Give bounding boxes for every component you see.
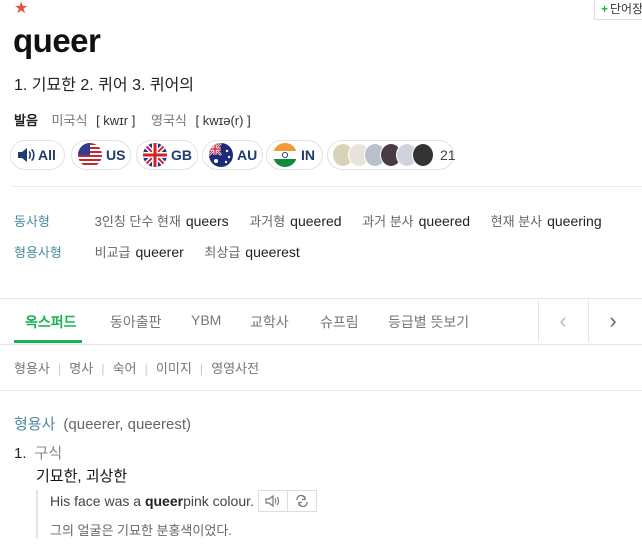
tabs-prev-button[interactable]: ‹ xyxy=(538,299,587,342)
form-label: 최상급 xyxy=(204,245,241,260)
gb-flag-icon xyxy=(143,143,167,167)
form-label: 비교급 xyxy=(94,245,131,260)
speaker-icon xyxy=(18,148,35,162)
headword: queer xyxy=(13,22,101,59)
play-in-label: IN xyxy=(301,147,315,163)
sense-header: 1. 구식 xyxy=(14,442,62,463)
tab-level-meanings[interactable]: 등급별 뜻보기 xyxy=(388,312,469,332)
play-gb-button[interactable]: GB xyxy=(136,140,198,170)
play-all-label: All xyxy=(38,147,56,163)
example-english: His face was a queer pink colour. xyxy=(50,490,317,512)
pronunciation-label: 발음 xyxy=(14,113,38,128)
form-word[interactable]: queering xyxy=(547,213,602,229)
add-to-wordbook-button[interactable]: + 단어장 xyxy=(594,0,642,20)
repeat-icon xyxy=(296,495,308,507)
example-repeat-button[interactable] xyxy=(286,491,316,511)
us-flag-icon xyxy=(78,143,102,167)
section-link-adjective[interactable]: 형용사 xyxy=(14,361,50,376)
form-label: 과거형 xyxy=(249,214,286,229)
tab-ybm[interactable]: YBM xyxy=(191,312,221,328)
section-link-english-dict[interactable]: 영영사전 xyxy=(211,361,259,376)
example-keyword: queer xyxy=(144,493,184,509)
tab-supreme[interactable]: 슈프림 xyxy=(320,312,359,332)
separator: | xyxy=(199,361,204,376)
us-dialect-label: 미국식 xyxy=(51,113,88,128)
dictionary-tabs: 옥스퍼드 동아출판 YBM 교학사 슈프림 등급별 뜻보기 ‹ › xyxy=(0,298,642,345)
separator: | xyxy=(144,361,148,376)
form-word[interactable]: queers xyxy=(186,213,229,229)
play-us-label: US xyxy=(106,147,126,163)
sense-number: 1. xyxy=(14,445,27,462)
part-of-speech-header: 형용사 (queerer, queerest) xyxy=(14,413,191,434)
au-flag-icon xyxy=(209,143,233,167)
tab-oxford[interactable]: 옥스퍼드 xyxy=(25,312,77,332)
form-label: 현재 분사 xyxy=(490,214,543,229)
favorite-star-icon[interactable]: ★ xyxy=(14,0,28,18)
play-au-label: AU xyxy=(237,147,258,163)
tab-kyohak[interactable]: 교학사 xyxy=(250,312,289,332)
pronunciation-row: 발음 미국식 [ kwɪr ] 영국식 [ kwɪə(r) ] xyxy=(14,110,263,129)
chevron-right-icon: › xyxy=(609,307,617,333)
user-avatars xyxy=(332,143,434,167)
verb-forms-row: 동사형 3인칭 단수 현재 queers 과거형 queered 과거 분사 quee… xyxy=(14,211,619,230)
example-text-pre: His face was a xyxy=(50,493,142,509)
tab-donga[interactable]: 동아출판 xyxy=(110,312,162,332)
adjective-forms-label: 형용사형 xyxy=(14,245,62,260)
user-recording-count: 21 xyxy=(440,147,456,163)
play-us-button[interactable]: US xyxy=(71,140,131,170)
sense-gloss: 기묘한, 괴상한 xyxy=(36,468,128,485)
uk-ipa: [ kwɪə(r) ] xyxy=(195,113,251,128)
form-label: 과거 분사 xyxy=(362,214,414,229)
avatar xyxy=(412,143,434,167)
section-link-noun[interactable]: 명사 xyxy=(69,361,93,376)
plus-icon: + xyxy=(601,2,609,16)
section-nav: 형용사 | 명사 | 숙어 | 이미지 | 영영사전 xyxy=(14,358,259,377)
play-gb-label: GB xyxy=(171,147,192,163)
form-word[interactable]: queered xyxy=(290,213,341,229)
summary-meanings: 1. 기묘한 2. 퀴어 3. 퀴어의 xyxy=(14,77,195,94)
comparative-forms: (queerer, queerest) xyxy=(63,416,191,433)
uk-dialect-label: 영국식 xyxy=(150,113,187,128)
add-wordbook-label: 단어장 xyxy=(610,2,642,16)
speaker-icon xyxy=(265,495,279,507)
form-word[interactable]: queerer xyxy=(136,244,184,260)
user-recordings-button[interactable]: 21 xyxy=(327,140,456,170)
active-tab-indicator xyxy=(14,340,82,343)
section-link-idioms[interactable]: 숙어 xyxy=(113,361,137,376)
usage-tag: 구식 xyxy=(34,445,63,462)
play-au-button[interactable]: AU xyxy=(202,140,263,170)
example-actions xyxy=(257,490,317,512)
form-label: 3인칭 단수 현재 xyxy=(94,214,181,229)
section-link-images[interactable]: 이미지 xyxy=(156,361,192,376)
divider xyxy=(12,186,642,187)
in-flag-icon xyxy=(273,143,297,167)
part-of-speech: 형용사 xyxy=(14,416,56,433)
separator: | xyxy=(57,361,62,376)
example-text-post: pink colour. xyxy=(183,493,254,509)
play-all-button[interactable]: All xyxy=(10,140,65,170)
separator: | xyxy=(101,361,105,376)
example-listen-button[interactable] xyxy=(259,491,287,511)
divider xyxy=(0,390,642,391)
adjective-forms-row: 형용사형 비교급 queerer 최상급 queerest xyxy=(14,242,317,261)
verb-forms-label: 동사형 xyxy=(14,214,50,229)
form-word[interactable]: queered xyxy=(419,213,470,229)
us-ipa: [ kwɪr ] xyxy=(96,113,136,128)
tabs-next-button[interactable]: › xyxy=(588,299,637,342)
play-in-button[interactable]: IN xyxy=(266,140,323,170)
example-sentence: His face was a queer pink colour. 그의 얼굴은… xyxy=(36,490,317,539)
form-word[interactable]: queerest xyxy=(245,244,299,260)
chevron-left-icon: ‹ xyxy=(559,307,567,333)
example-korean: 그의 얼굴은 기묘한 분홍색이었다. xyxy=(50,523,232,538)
